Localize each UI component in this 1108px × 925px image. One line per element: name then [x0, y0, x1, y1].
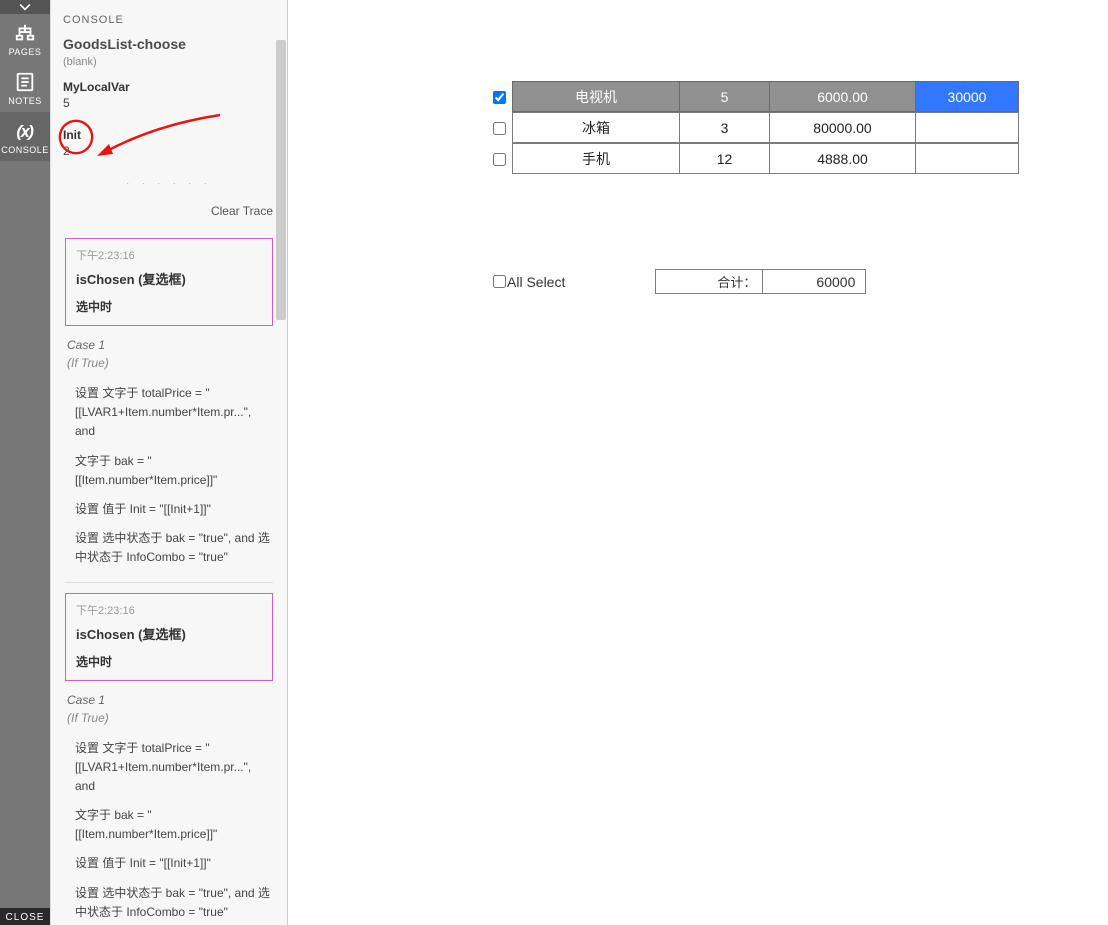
trace-condition: (If True) — [65, 709, 273, 735]
trace-action: 文字于 bak = "[[Item.number*Item.price]]" — [75, 452, 273, 490]
var-init: Init 2 — [51, 110, 287, 158]
table-row: 冰箱 3 80000.00 — [485, 113, 1019, 144]
console-panel: CONSOLE GoodsList-choose (blank) MyLocal… — [50, 0, 288, 925]
rail-notes-label: NOTES — [8, 96, 42, 106]
cell-total — [915, 112, 1019, 143]
trace-condition: (If True) — [65, 354, 273, 380]
trace-action: 设置 文字于 totalPrice = "[[LVAR1+Item.number… — [75, 739, 273, 797]
cell-total: 30000 — [915, 81, 1019, 112]
rail-notes[interactable]: NOTES — [0, 63, 50, 112]
all-select-label: All Select — [507, 274, 565, 290]
trace-header[interactable]: 下午2:23:16 isChosen (复选框) 选中时 — [65, 593, 273, 681]
trace-action: 设置 选中状态于 bak = "true", and 选中状态于 InfoCom… — [75, 884, 273, 922]
cell-price: 4888.00 — [769, 143, 916, 174]
rail-close[interactable]: CLOSE — [0, 908, 50, 925]
cell-price: 80000.00 — [769, 112, 916, 143]
prototype-canvas: 电视机 5 6000.00 30000 冰箱 3 80000.00 手机 12 … — [288, 0, 1108, 925]
trace-header[interactable]: 下午2:23:16 isChosen (复选框) 选中时 — [65, 238, 273, 326]
trace-time: 下午2:23:16 — [76, 247, 262, 263]
var-mylocalvar: MyLocalVar 5 — [51, 68, 287, 110]
rail-console-label: CONSOLE — [1, 145, 49, 155]
trace-widget: isChosen (复选框) — [76, 269, 262, 288]
trace-case: Case 1 — [65, 687, 273, 709]
cell-qty: 3 — [679, 112, 770, 143]
rail-collapse-icon[interactable] — [0, 0, 50, 14]
rail-pages-label: PAGES — [9, 47, 42, 57]
row-checkbox[interactable] — [493, 91, 506, 104]
cell-name: 手机 — [512, 143, 680, 174]
svg-text:(x): (x) — [17, 125, 34, 141]
trace-action: 设置 文字于 totalPrice = "[[LVAR1+Item.number… — [75, 384, 273, 442]
cell-name: 冰箱 — [512, 112, 680, 143]
drag-handle-icon[interactable]: · · · · · · — [51, 158, 287, 198]
cell-qty: 12 — [679, 143, 770, 174]
table-row: 电视机 5 6000.00 30000 — [485, 82, 1019, 113]
var-name: Init — [63, 128, 275, 142]
trace-action: 设置 值于 Init = "[[Init+1]]" — [75, 500, 273, 519]
trace-time: 下午2:23:16 — [76, 602, 262, 618]
trace-event: 选中时 — [76, 298, 262, 315]
clear-trace-link[interactable]: Clear Trace — [211, 204, 273, 218]
trace-action: 文字于 bak = "[[Item.number*Item.price]]" — [75, 806, 273, 844]
trace-action: 设置 选中状态于 bak = "true", and 选中状态于 InfoCom… — [75, 529, 273, 567]
footer-row: All Select 合计： 60000 — [485, 269, 866, 294]
cell-price: 6000.00 — [769, 81, 916, 112]
cell-qty: 5 — [679, 81, 770, 112]
cell-name: 电视机 — [512, 81, 680, 112]
trace-case: Case 1 — [65, 332, 273, 354]
trace-action: 设置 值于 Init = "[[Init+1]]" — [75, 854, 273, 873]
cell-total — [915, 143, 1019, 174]
trace-actions: 设置 文字于 totalPrice = "[[LVAR1+Item.number… — [65, 739, 273, 923]
trace-actions: 设置 文字于 totalPrice = "[[LVAR1+Item.number… — [65, 384, 273, 568]
var-name: MyLocalVar — [63, 80, 275, 94]
rail-console[interactable]: (x) CONSOLE — [0, 112, 50, 161]
var-value: 5 — [63, 96, 275, 110]
sum-value: 60000 — [762, 269, 866, 294]
row-checkbox[interactable] — [493, 122, 506, 135]
rail-pages[interactable]: PAGES — [0, 14, 50, 63]
trace-event: 选中时 — [76, 653, 262, 670]
trace-widget: isChosen (复选框) — [76, 624, 262, 643]
blank-indicator: (blank) — [51, 56, 287, 68]
trace-entry: 下午2:23:16 isChosen (复选框) 选中时 Case 1 (If … — [51, 593, 287, 923]
var-value: 2 — [63, 144, 275, 158]
trace-entry: 下午2:23:16 isChosen (复选框) 选中时 Case 1 (If … — [51, 238, 287, 583]
all-select-checkbox[interactable] — [493, 275, 506, 288]
console-header: CONSOLE — [51, 0, 287, 28]
goods-table: 电视机 5 6000.00 30000 冰箱 3 80000.00 手机 12 … — [485, 82, 1019, 175]
nav-rail: PAGES NOTES (x) CONSOLE CLOSE — [0, 0, 50, 925]
scrollbar[interactable] — [276, 40, 286, 320]
table-row: 手机 12 4888.00 — [485, 144, 1019, 175]
row-checkbox[interactable] — [493, 153, 506, 166]
sum-label: 合计： — [655, 269, 763, 294]
